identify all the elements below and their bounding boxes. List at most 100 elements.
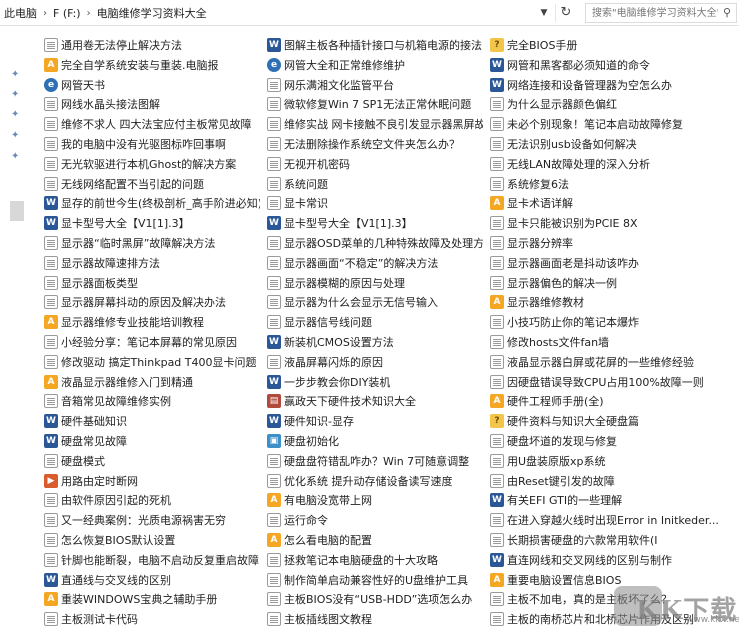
breadcrumb[interactable]: 此电脑 › F (F:) › 电脑维修学习资料大全 <box>4 4 520 22</box>
file-item[interactable]: 显示器偏色的解决一例 <box>490 273 739 292</box>
file-item[interactable]: ▶ 用路由定时断网 <box>44 471 260 490</box>
file-item[interactable]: 维修不求人 四大法宝应付主板常见故障 <box>44 114 260 133</box>
file-item[interactable]: 我的电脑中没有光驱图标咋回事啊 <box>44 134 260 153</box>
file-item[interactable]: 长期损害硬盘的六款常用软件(I <box>490 530 739 549</box>
file-item[interactable]: 显示器分辨率 <box>490 233 739 252</box>
file-item[interactable]: 运行命令 <box>267 510 483 529</box>
file-item[interactable]: 怎么恢复BIOS默认设置 <box>44 530 260 549</box>
file-item[interactable]: A 有电脑没宽带上网 <box>267 490 483 509</box>
file-item[interactable]: W 直通线与交叉线的区别 <box>44 570 260 589</box>
file-item[interactable]: 针脚也能断裂，电脑不启动反复重启故障 <box>44 550 260 569</box>
file-item[interactable]: 优化系统 提升动存储设备读写速度 <box>267 471 483 490</box>
file-item[interactable]: 无线LAN故障处理的深入分析 <box>490 154 739 173</box>
file-item[interactable]: 硬盘盘符错乱咋办？Win 7可随意调整 <box>267 451 483 470</box>
file-item[interactable]: 硬盘坏道的发现与修复 <box>490 431 739 450</box>
file-item[interactable]: 小经验分享：笔记本屏幕的常见原因 <box>44 332 260 351</box>
file-item[interactable]: 系统问题 <box>267 174 483 193</box>
pin-icon[interactable]: ✦ <box>11 131 21 141</box>
breadcrumb-this-pc[interactable]: 此电脑 <box>4 5 37 21</box>
file-item[interactable]: A 怎么看电脑的配置 <box>267 530 483 549</box>
file-item[interactable]: ▤ 赢政天下硬件技术知识大全 <box>267 391 483 410</box>
file-item[interactable]: 音箱常见故障维修实例 <box>44 391 260 410</box>
chevron-down-icon[interactable]: ▼ <box>537 4 551 22</box>
file-item[interactable]: 微软修复Win 7 SP1无法正常休眠问题 <box>267 94 483 113</box>
file-item[interactable]: 显卡只能被识别为PCIE 8X <box>490 213 739 232</box>
file-item[interactable]: W 显卡型号大全【V1[1].3】 <box>44 213 260 232</box>
file-item[interactable]: 主板测试卡代码 <box>44 609 260 628</box>
file-item[interactable]: A 显示器维修专业技能培训教程 <box>44 312 260 331</box>
nav-scrollbar[interactable] <box>10 201 24 221</box>
pin-icon[interactable]: ✦ <box>11 110 21 120</box>
file-item[interactable]: 拯救笔记本电脑硬盘的十大攻略 <box>267 550 483 569</box>
file-item[interactable]: 未必个别现象！笔记本启动故障修复 <box>490 114 739 133</box>
file-item[interactable]: 为什么显示器颜色偏红 <box>490 94 739 113</box>
file-item[interactable]: 显示器画面“不稳定”的解决方法 <box>267 253 483 272</box>
file-item[interactable]: 无法识别usb设备如何解决 <box>490 134 739 153</box>
file-item[interactable]: 显示器屏幕抖动的原因及解决办法 <box>44 292 260 311</box>
file-item[interactable]: ? 完全BIOS手册 <box>490 35 739 54</box>
file-item[interactable]: W 图解主板各种插针接口与机箱电源的接法 <box>267 35 483 54</box>
file-item[interactable]: 主板不加电，真的是主板坏了么？ <box>490 589 739 608</box>
file-item[interactable]: W 一步步教会你DIY装机 <box>267 372 483 391</box>
file-item[interactable]: 通用卷无法停止解决方法 <box>44 35 260 54</box>
file-item[interactable]: 修改驱动 搞定Thinkpad T400显卡问题 <box>44 352 260 371</box>
file-item[interactable]: ? 硬件资料与知识大全硬盘篇 <box>490 411 739 430</box>
pin-icon[interactable]: ✦ <box>11 70 21 80</box>
file-item[interactable]: 显示器信号线问题 <box>267 312 483 331</box>
file-item[interactable]: 显卡常识 <box>267 193 483 212</box>
file-item[interactable]: 硬盘模式 <box>44 451 260 470</box>
file-item[interactable]: A 重要电脑设置信息BIOS <box>490 570 739 589</box>
file-item[interactable]: 液晶屏幕闪烁的原因 <box>267 352 483 371</box>
file-item[interactable]: 显示器模糊的原因与处理 <box>267 273 483 292</box>
address-bar[interactable]: 此电脑 › F (F:) › 电脑维修学习资料大全 ▼ ↻ ⚲ <box>0 0 739 26</box>
file-item[interactable]: W 网络连接和设备管理器为空怎么办 <box>490 75 739 94</box>
file-item[interactable]: e 网管天书 <box>44 75 260 94</box>
refresh-icon[interactable]: ↻ <box>555 4 576 22</box>
file-item[interactable]: A 硬件工程师手册(全) <box>490 391 739 410</box>
file-item[interactable]: W 有关EFI GTI的一些理解 <box>490 490 739 509</box>
file-item[interactable]: A 液晶显示器维修入门到精通 <box>44 372 260 391</box>
file-item[interactable]: A 显示器维修教材 <box>490 292 739 311</box>
file-item[interactable]: 液晶显示器白屏或花屏的一些维修经验 <box>490 352 739 371</box>
search-input[interactable] <box>585 3 737 23</box>
file-item[interactable]: 无线网络配置不当引起的问题 <box>44 174 260 193</box>
file-item[interactable]: ▣ 硬盘初始化 <box>267 431 483 450</box>
file-item[interactable]: 显示器面板类型 <box>44 273 260 292</box>
file-item[interactable]: A 完全自学系统安装与重装.电脑报 <box>44 55 260 74</box>
file-item[interactable]: 无视开机密码 <box>267 154 483 173</box>
file-item[interactable]: 用U盘装原版xp系统 <box>490 451 739 470</box>
file-item[interactable]: 主板的南桥芯片和北桥芯片作用及区别 <box>490 609 739 628</box>
file-item[interactable]: 显示器为什么会显示无信号输入 <box>267 292 483 311</box>
breadcrumb-folder[interactable]: 电脑维修学习资料大全 <box>97 5 207 21</box>
file-item[interactable]: A 重装WINDOWS宝典之辅助手册 <box>44 589 260 608</box>
file-item[interactable]: 网乐满湘文化监管平台 <box>267 75 483 94</box>
file-item[interactable]: 维修实战 网卡接触不良引发显示器黑屏故... <box>267 114 483 133</box>
file-item[interactable]: 由软件原因引起的死机 <box>44 490 260 509</box>
file-item[interactable]: 无光软驱进行本机Ghost的解决方案 <box>44 154 260 173</box>
file-item[interactable]: 小技巧防止你的笔记本爆炸 <box>490 312 739 331</box>
file-item[interactable]: 显示器“临时黑屏”故障解决方法 <box>44 233 260 252</box>
file-item[interactable]: 网线水晶头接法图解 <box>44 94 260 113</box>
file-item[interactable]: W 显卡型号大全【V1[1].3】 <box>267 213 483 232</box>
file-item[interactable]: A 显卡术语详解 <box>490 193 739 212</box>
pin-icon[interactable]: ✦ <box>11 152 21 162</box>
file-item[interactable]: 由Reset键引发的故障 <box>490 471 739 490</box>
file-item[interactable]: 显示器OSD菜单的几种特殊故障及处理方法 <box>267 233 483 252</box>
file-item[interactable]: 显示器画面老是抖动该咋办 <box>490 253 739 272</box>
search-icon[interactable]: ⚲ <box>720 5 734 21</box>
file-item[interactable]: 主板插线图文教程 <box>267 609 483 628</box>
file-item[interactable]: 又一经典案例：光质电源祸害无穷 <box>44 510 260 529</box>
file-item[interactable]: 系统修复6法 <box>490 174 739 193</box>
file-item[interactable]: 显示器故障速排方法 <box>44 253 260 272</box>
file-item[interactable]: W 硬件知识-显存 <box>267 411 483 430</box>
file-item[interactable]: 修改hosts文件fan墙 <box>490 332 739 351</box>
file-item[interactable]: W 硬件基础知识 <box>44 411 260 430</box>
file-item[interactable]: 因硬盘错误导致CPU占用100%故障一则 <box>490 372 739 391</box>
file-item[interactable]: 在进入穿越火线时出现Error in Initkeder... <box>490 510 739 529</box>
file-item[interactable]: W 新装机CMOS设置方法 <box>267 332 483 351</box>
file-item[interactable]: 制作简单启动兼容性好的U盘维护工具 <box>267 570 483 589</box>
breadcrumb-drive[interactable]: F (F:) <box>53 7 81 20</box>
file-item[interactable]: 主板BIOS没有“USB-HDD”选项怎么办 <box>267 589 483 608</box>
file-item[interactable]: 无法删除操作系统空文件夹怎么办？ <box>267 134 483 153</box>
file-item[interactable]: W 网管和黑客都必须知道的命令 <box>490 55 739 74</box>
